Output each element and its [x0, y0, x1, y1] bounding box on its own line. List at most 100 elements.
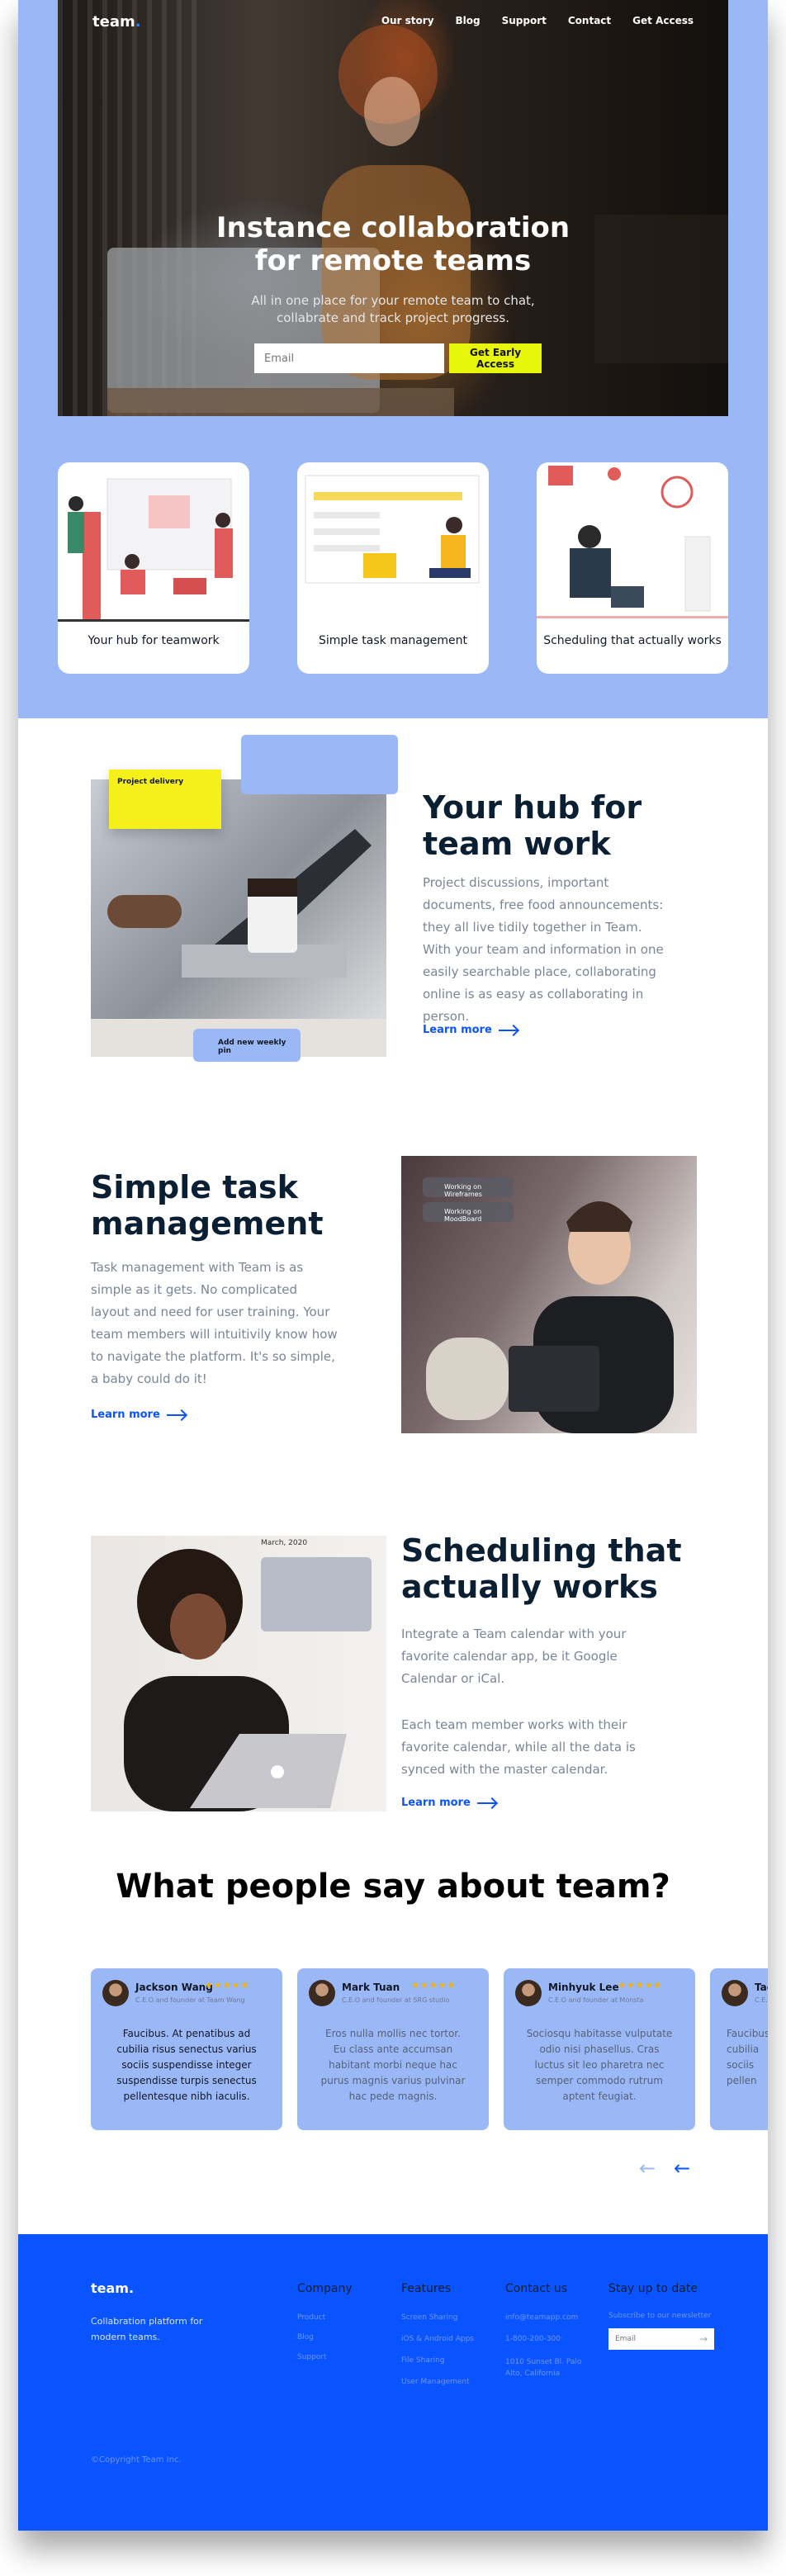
testimonial-role: C.E.O and founder at Monsta — [548, 1996, 644, 2004]
footer-link-screen-sharing[interactable]: Screen Sharing — [401, 2313, 457, 2322]
hub-learn-more-link[interactable]: Learn more — [423, 1024, 517, 1036]
footer-link-apps[interactable]: iOS & Android Apps — [401, 2335, 474, 2343]
link-label: Learn more — [423, 1024, 492, 1036]
carousel-prev-icon[interactable]: ← — [639, 2157, 656, 2180]
hero: team. Our story Blog Support Contact Get… — [58, 0, 728, 416]
footer-contact-phone[interactable]: 1-800-200-300 — [505, 2335, 561, 2343]
schedule-learn-more-link[interactable]: Learn more — [401, 1797, 495, 1809]
logo-dot: . — [135, 13, 141, 31]
card-teamwork[interactable]: Your hub for teamwork — [58, 462, 249, 674]
schedule-illustration-icon — [537, 466, 728, 618]
testimonial-text: Faucibus. At penatibus ad cubilia risus … — [116, 2028, 257, 2102]
schedule-title: Scheduling that actually works — [401, 1532, 682, 1605]
footer-link-user-management[interactable]: User Management — [401, 2378, 470, 2386]
testimonials-title: What people say about team? — [116, 1868, 670, 1906]
footer-newsletter-subtitle: Subscribe to our newsletter — [608, 2312, 712, 2320]
testimonial-text: Sociosqu habitasse vulputate odio nisi p… — [526, 2028, 673, 2102]
footer-tagline: Collabration platform for modern teams. — [91, 2316, 203, 2342]
star-rating-icon: ★★★★★ — [411, 1980, 457, 1991]
subscribe-arrow-icon[interactable]: → — [694, 2328, 713, 2350]
avatar — [515, 1980, 542, 2006]
copyright: ©Copyright Team Inc. — [91, 2455, 182, 2465]
nav-contact[interactable]: Contact — [568, 15, 611, 26]
footer-contact-address: 1010 Sunset Bl. Palo Alto, California — [505, 2358, 582, 2378]
testimonial-name: Minhyuk Lee — [548, 1982, 619, 1993]
task-learn-more-link[interactable]: Learn more — [91, 1409, 185, 1421]
testimonial-text: Eros nulla mollis nec tortor. Eu class a… — [320, 2028, 466, 2102]
testimonial-name: Mark Tuan — [342, 1982, 400, 1993]
hero-subtitle: All in one place for your remote team to… — [251, 293, 535, 325]
footer-link-product[interactable]: Product — [297, 2313, 325, 2322]
carousel-next-icon[interactable]: ← — [674, 2157, 690, 2180]
hero-title: Instance collaboration for remote teams — [215, 211, 571, 277]
nav-get-access[interactable]: Get Access — [632, 15, 694, 26]
footer-logo[interactable]: team. — [91, 2280, 134, 2296]
top-section: team. Our story Blog Support Contact Get… — [18, 0, 768, 718]
status-chip-wireframes: Working on Wireframes — [423, 1177, 514, 1198]
testimonial-name: Taeyong — [755, 1982, 768, 1993]
schedule-body-1: Integrate a Team calendar with your favo… — [401, 1627, 627, 1686]
nav-links: Our story Blog Support Contact Get Acces… — [381, 15, 694, 26]
footer: team. Collabration platform for modern t… — [18, 2234, 768, 2531]
link-label: Learn more — [401, 1797, 471, 1809]
link-label: Learn more — [91, 1409, 160, 1421]
arrow-right-icon — [166, 1413, 185, 1416]
avatar — [309, 1980, 335, 2006]
hub-title: Your hub for team work — [423, 789, 642, 862]
logo-text: team — [92, 13, 135, 31]
card-label: Scheduling that actually works — [543, 634, 722, 647]
testimonial-role: C.E.O and founder at Team Wang — [135, 1996, 245, 2004]
testimonial-name: Jackson Wang — [135, 1982, 213, 1993]
nav-our-story[interactable]: Our story — [381, 15, 434, 26]
add-pin-chip: Add new weekly pin — [193, 1029, 301, 1062]
calendar-widget — [261, 1557, 372, 1631]
footer-features-title: Features — [401, 2282, 452, 2295]
signup-form: Get Early Access — [254, 343, 542, 373]
footer-contact-title: Contact us — [505, 2282, 568, 2295]
testimonial-card: Jackson Wang C.E.O and founder at Team W… — [91, 1968, 282, 2130]
schedule-photo: March, 2020 — [91, 1536, 386, 1811]
logo[interactable]: team. — [92, 13, 141, 31]
card-label: Your hub for teamwork — [88, 634, 220, 647]
hub-body: Project discussions, important documents… — [423, 875, 664, 1024]
card-task[interactable]: Simple task management — [297, 462, 489, 674]
footer-contact-email[interactable]: info@teamapp.com — [505, 2313, 578, 2322]
arrow-right-icon — [476, 1802, 495, 1804]
notification-card — [241, 735, 398, 794]
footer-link-support[interactable]: Support — [297, 2353, 327, 2361]
testimonial-card: Minhyuk Lee C.E.O and founder at Monsta … — [504, 1968, 695, 2130]
nav-blog[interactable]: Blog — [456, 15, 481, 26]
task-photo: Working on Wireframes Working on MoodBoa… — [401, 1156, 697, 1433]
email-input[interactable] — [254, 343, 444, 373]
footer-company-title: Company — [297, 2282, 353, 2295]
star-rating-icon: ★★★★★ — [205, 1980, 250, 1991]
project-delivery-card: Project delivery — [109, 769, 221, 829]
team-illustration-icon — [58, 478, 249, 622]
task-title: Simple task management — [91, 1169, 324, 1242]
card-scheduling[interactable]: Scheduling that actually works — [537, 462, 728, 674]
footer-newsletter-title: Stay up to date — [608, 2282, 698, 2295]
footer-link-file-sharing[interactable]: File Sharing — [401, 2356, 444, 2365]
avatar — [102, 1980, 129, 2006]
schedule-body-2: Each team member works with their favori… — [401, 1717, 636, 1777]
avatar — [722, 1980, 748, 2006]
navbar: team. Our story Blog Support Contact Get… — [58, 0, 728, 46]
testimonial-card: Taeyong C.E.O Faucibus cubilia sociis pe… — [710, 1968, 768, 2130]
testimonial-card: Mark Tuan C.E.O and founder at SRG studi… — [297, 1968, 489, 2130]
calendar-month: March, 2020 — [261, 1539, 308, 1547]
testimonial-role: C.E.O — [755, 1996, 768, 2004]
star-rating-icon: ★★★★★ — [618, 1980, 663, 1991]
feature-cards: Your hub for teamwork Simple task manage… — [58, 462, 728, 674]
get-early-access-button[interactable]: Get Early Access — [449, 343, 542, 373]
task-illustration-icon — [305, 475, 480, 584]
hero-content: Instance collaboration for remote teams … — [58, 211, 728, 327]
task-body: Task management with Team is as simple a… — [91, 1260, 338, 1386]
nav-support[interactable]: Support — [502, 15, 547, 26]
testimonial-role: C.E.O and founder at SRG studio — [342, 1996, 450, 2004]
testimonial-text: Faucibus cubilia sociis pellen — [727, 2028, 768, 2086]
arrow-right-icon — [498, 1029, 517, 1031]
footer-link-blog[interactable]: Blog — [297, 2333, 314, 2342]
status-chip-moodboard: Working on MoodBoard — [423, 1202, 514, 1223]
card-label: Simple task management — [319, 634, 467, 647]
page-frame: team. Our story Blog Support Contact Get… — [18, 0, 768, 2531]
